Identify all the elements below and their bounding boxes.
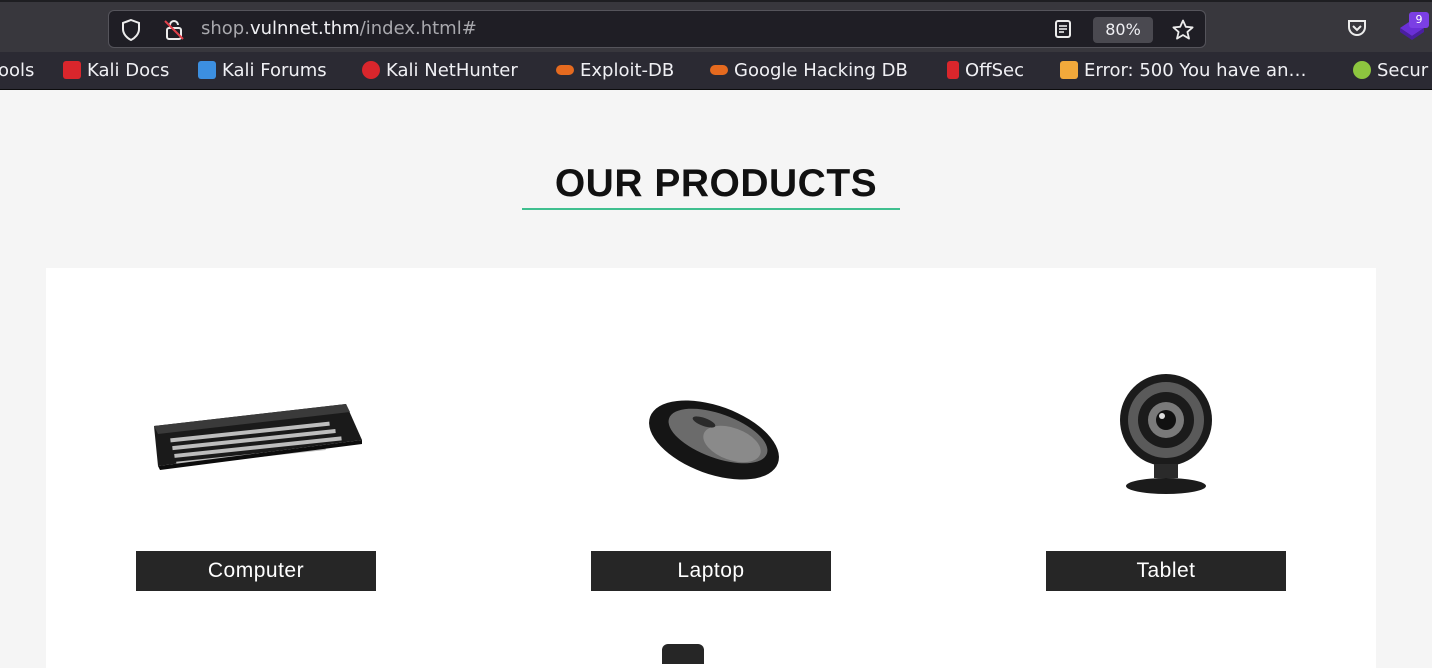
- security-icon: [1353, 61, 1371, 79]
- scroll-to-top-button[interactable]: [662, 644, 704, 664]
- address-bar[interactable]: shop.vulnnet.thm/index.html# 80%: [108, 10, 1206, 48]
- keyboard-icon: [150, 400, 364, 474]
- bookmarks-toolbar: ools Kali Docs Kali Forums Kali NetHunte…: [0, 52, 1432, 90]
- extension-badge: 9: [1409, 12, 1429, 28]
- mouse-icon: [644, 398, 784, 484]
- products-card: Computer Laptop Tablet: [46, 268, 1376, 668]
- exploit-db-icon: [556, 65, 574, 75]
- reader-view-icon[interactable]: [1053, 19, 1073, 44]
- shield-icon[interactable]: [121, 18, 141, 46]
- bookmark-error-500[interactable]: Error: 500 You have an…: [1060, 60, 1307, 82]
- browser-toolbar: shop.vulnnet.thm/index.html# 80% 9: [0, 0, 1432, 52]
- heading-underline: [522, 208, 900, 210]
- bookmark-kali-forums[interactable]: Kali Forums: [198, 60, 327, 82]
- bookmark-google-hacking-db[interactable]: Google Hacking DB: [710, 60, 908, 82]
- page-content: OUR PRODUCTS Computer Laptop Tablet: [0, 90, 1432, 668]
- ghdb-icon: [710, 65, 728, 75]
- computer-button[interactable]: Computer: [136, 551, 376, 591]
- url-text[interactable]: shop.vulnnet.thm/index.html#: [201, 19, 477, 39]
- kali-docs-icon: [63, 61, 81, 79]
- pocket-icon[interactable]: [1346, 18, 1368, 43]
- kali-nethunter-icon: [362, 61, 380, 79]
- offsec-icon: [947, 61, 959, 79]
- bookmark-tools[interactable]: ools: [0, 60, 34, 82]
- kali-forums-icon: [198, 61, 216, 79]
- bookmark-kali-nethunter[interactable]: Kali NetHunter: [362, 60, 518, 82]
- bookmark-star-icon[interactable]: [1171, 19, 1195, 46]
- bookmark-exploit-db[interactable]: Exploit-DB: [556, 60, 674, 82]
- insecure-lock-icon[interactable]: [163, 19, 185, 46]
- laptop-button[interactable]: Laptop: [591, 551, 831, 591]
- tablet-button[interactable]: Tablet: [1046, 551, 1286, 591]
- webcam-icon: [1116, 374, 1216, 498]
- section-heading: OUR PRODUCTS: [554, 162, 878, 205]
- zoom-level-button[interactable]: 80%: [1093, 17, 1153, 43]
- joomla-icon: [1060, 61, 1078, 79]
- bookmark-kali-docs[interactable]: Kali Docs: [63, 60, 169, 82]
- bookmark-offsec[interactable]: OffSec: [947, 60, 1024, 82]
- bookmark-security[interactable]: Secur: [1353, 60, 1428, 82]
